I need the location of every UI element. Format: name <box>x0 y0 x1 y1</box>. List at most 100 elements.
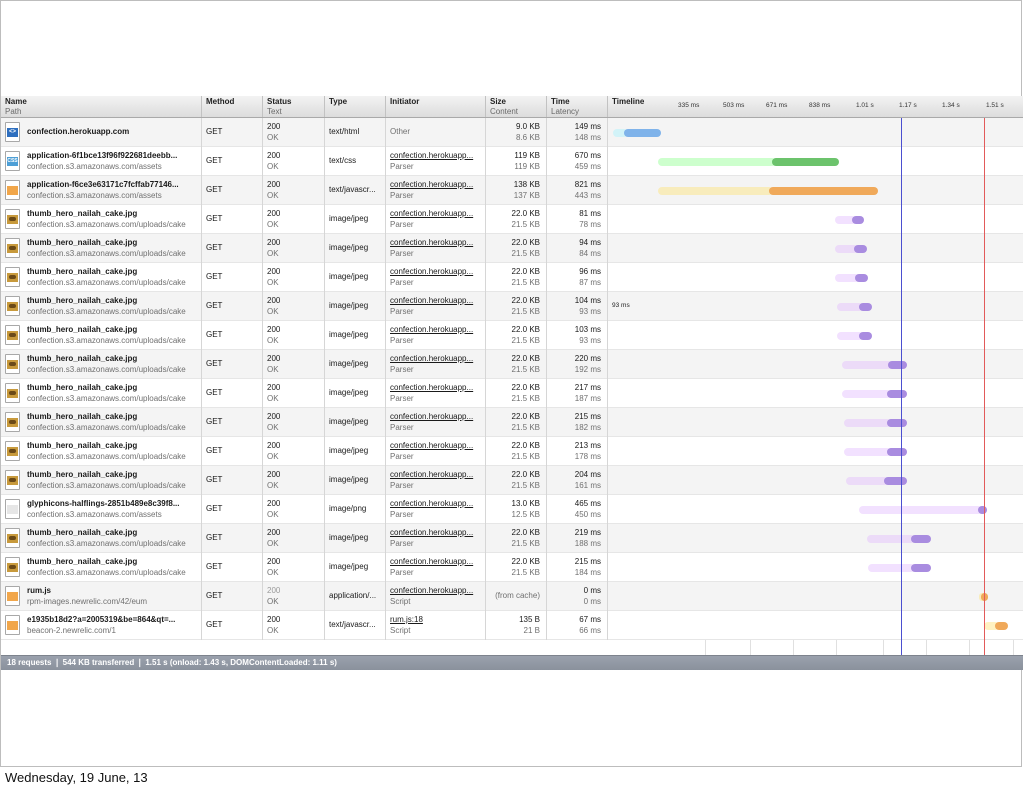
column-initiator[interactable]: Initiator <box>386 96 486 117</box>
request-size: (from cache) <box>495 591 540 600</box>
request-name-cell[interactable]: CSS application-6f1bce13f96f922681deebb..… <box>1 147 202 176</box>
request-row[interactable]: thumb_hero_nailah_cake.jpg confection.s3.… <box>1 553 1023 582</box>
timeline-bar[interactable] <box>867 535 931 543</box>
js-file-icon <box>5 615 20 635</box>
initiator-link[interactable]: confection.herokuapp... <box>390 469 485 480</box>
request-initiator-cell[interactable]: confection.herokuapp... Parser <box>386 437 486 466</box>
column-type[interactable]: Type <box>325 96 386 117</box>
timeline-bar[interactable] <box>984 622 1008 630</box>
timeline-bar[interactable] <box>859 506 987 514</box>
timeline-bar-download <box>624 129 661 137</box>
request-row[interactable]: thumb_hero_nailah_cake.jpg confection.s3.… <box>1 321 1023 350</box>
request-initiator-cell[interactable]: confection.herokuapp... Parser <box>386 466 486 495</box>
request-row[interactable]: rum.js rpm-images.newrelic.com/42/eum GET 2… <box>1 582 1023 611</box>
request-initiator-cell[interactable]: confection.herokuapp... Parser <box>386 495 486 524</box>
initiator-link[interactable]: confection.herokuapp... <box>390 440 485 451</box>
column-method[interactable]: Method <box>202 96 263 117</box>
request-row[interactable]: application-f6ce3e63171c7fcffab77146... c… <box>1 176 1023 205</box>
column-time[interactable]: Time Latency <box>547 96 608 117</box>
request-initiator-cell[interactable]: rum.js:18 Script <box>386 611 486 640</box>
request-name: confection.herokuapp.com <box>27 127 130 136</box>
request-name-cell[interactable]: thumb_hero_nailah_cake.jpg confection.s3.… <box>1 321 202 350</box>
request-row[interactable]: thumb_hero_nailah_cake.jpg confection.s3.… <box>1 524 1023 553</box>
request-name-cell[interactable]: thumb_hero_nailah_cake.jpg confection.s3.… <box>1 292 202 321</box>
request-name-cell[interactable]: thumb_hero_nailah_cake.jpg confection.s3.… <box>1 350 202 379</box>
request-initiator-cell[interactable]: confection.herokuapp... Parser <box>386 321 486 350</box>
initiator-link[interactable]: confection.herokuapp... <box>390 527 485 538</box>
timeline-bar[interactable] <box>658 187 878 195</box>
request-name-cell[interactable]: thumb_hero_nailah_cake.jpg confection.s3.… <box>1 205 202 234</box>
initiator-link[interactable]: confection.herokuapp... <box>390 556 485 567</box>
column-size[interactable]: Size Content <box>486 96 547 117</box>
request-row[interactable]: <> confection.herokuapp.com GET 200 OK text/h… <box>1 118 1023 147</box>
initiator-link[interactable]: confection.herokuapp... <box>390 208 485 219</box>
column-name[interactable]: Name Path <box>1 96 202 117</box>
timeline-bar[interactable] <box>835 216 864 224</box>
request-row[interactable]: thumb_hero_nailah_cake.jpg confection.s3.… <box>1 437 1023 466</box>
request-row[interactable]: thumb_hero_nailah_cake.jpg confection.s3.… <box>1 379 1023 408</box>
request-name-cell[interactable]: e1935b18d2?a=2005319&be=864&qt=... beacon… <box>1 611 202 640</box>
request-initiator-cell[interactable]: confection.herokuapp... Parser <box>386 176 486 205</box>
request-name-cell[interactable]: thumb_hero_nailah_cake.jpg confection.s3.… <box>1 408 202 437</box>
request-initiator-cell[interactable]: confection.herokuapp... Parser <box>386 553 486 582</box>
request-name-cell[interactable]: thumb_hero_nailah_cake.jpg confection.s3.… <box>1 553 202 582</box>
request-initiator-cell[interactable]: confection.herokuapp... Script <box>386 582 486 611</box>
timeline-bar[interactable] <box>844 419 907 427</box>
request-initiator-cell[interactable]: confection.herokuapp... Parser <box>386 379 486 408</box>
request-row[interactable]: glyphicons-halflings-2851b489e8c39f8... c… <box>1 495 1023 524</box>
initiator-link[interactable]: confection.herokuapp... <box>390 150 485 161</box>
timeline-bar[interactable] <box>837 332 872 340</box>
request-row[interactable]: thumb_hero_nailah_cake.jpg confection.s3.… <box>1 292 1023 321</box>
initiator-link[interactable]: confection.herokuapp... <box>390 266 485 277</box>
request-initiator-cell[interactable]: confection.herokuapp... Parser <box>386 234 486 263</box>
initiator-link[interactable]: confection.herokuapp... <box>390 324 485 335</box>
timeline-bar[interactable] <box>844 448 907 456</box>
request-initiator-cell[interactable]: confection.herokuapp... Parser <box>386 205 486 234</box>
request-name-cell[interactable]: thumb_hero_nailah_cake.jpg confection.s3.… <box>1 379 202 408</box>
initiator-link[interactable]: confection.herokuapp... <box>390 295 485 306</box>
img-file-icon <box>5 238 20 258</box>
timeline-bar[interactable] <box>835 274 868 282</box>
request-row[interactable]: thumb_hero_nailah_cake.jpg confection.s3.… <box>1 263 1023 292</box>
request-row[interactable]: thumb_hero_nailah_cake.jpg confection.s3.… <box>1 350 1023 379</box>
request-name-cell[interactable]: <> confection.herokuapp.com <box>1 118 202 147</box>
request-name-cell[interactable]: application-f6ce3e63171c7fcffab77146... c… <box>1 176 202 205</box>
initiator-link[interactable]: confection.herokuapp... <box>390 237 485 248</box>
timeline-bar[interactable] <box>842 361 907 369</box>
request-row[interactable]: thumb_hero_nailah_cake.jpg confection.s3.… <box>1 466 1023 495</box>
request-row[interactable]: thumb_hero_nailah_cake.jpg confection.s3.… <box>1 408 1023 437</box>
request-name-cell[interactable]: thumb_hero_nailah_cake.jpg confection.s3.… <box>1 524 202 553</box>
initiator-link[interactable]: confection.herokuapp... <box>390 179 485 190</box>
request-initiator-cell[interactable]: confection.herokuapp... Parser <box>386 263 486 292</box>
initiator-link[interactable]: rum.js:18 <box>390 614 485 625</box>
initiator-link[interactable]: confection.herokuapp... <box>390 498 485 509</box>
initiator-link[interactable]: confection.herokuapp... <box>390 382 485 393</box>
timeline-bar[interactable] <box>846 477 907 485</box>
request-row[interactable]: CSS application-6f1bce13f96f922681deebb..… <box>1 147 1023 176</box>
request-row[interactable]: e1935b18d2?a=2005319&be=864&qt=... beacon… <box>1 611 1023 640</box>
timeline-bar[interactable] <box>842 390 907 398</box>
timeline-bar[interactable] <box>613 129 661 137</box>
request-name-cell[interactable]: thumb_hero_nailah_cake.jpg confection.s3.… <box>1 466 202 495</box>
initiator-link[interactable]: confection.herokuapp... <box>390 585 485 596</box>
timeline-bar[interactable] <box>868 564 931 572</box>
timeline-bar[interactable] <box>835 245 867 253</box>
request-initiator-cell[interactable]: confection.herokuapp... Parser <box>386 147 486 176</box>
initiator-link[interactable]: confection.herokuapp... <box>390 353 485 364</box>
request-name-cell[interactable]: glyphicons-halflings-2851b489e8c39f8... c… <box>1 495 202 524</box>
request-row[interactable]: thumb_hero_nailah_cake.jpg confection.s3.… <box>1 234 1023 263</box>
request-name-cell[interactable]: thumb_hero_nailah_cake.jpg confection.s3.… <box>1 234 202 263</box>
request-name-cell[interactable]: rum.js rpm-images.newrelic.com/42/eum <box>1 582 202 611</box>
request-initiator-cell[interactable]: confection.herokuapp... Parser <box>386 408 486 437</box>
column-status[interactable]: Status Text <box>263 96 325 117</box>
request-initiator-cell[interactable]: confection.herokuapp... Parser <box>386 524 486 553</box>
request-initiator-cell[interactable]: confection.herokuapp... Parser <box>386 350 486 379</box>
request-name-cell[interactable]: thumb_hero_nailah_cake.jpg confection.s3.… <box>1 437 202 466</box>
request-name-cell[interactable]: thumb_hero_nailah_cake.jpg confection.s3.… <box>1 263 202 292</box>
file-icon-badge <box>7 244 18 253</box>
initiator-link[interactable]: confection.herokuapp... <box>390 411 485 422</box>
request-row[interactable]: thumb_hero_nailah_cake.jpg confection.s3.… <box>1 205 1023 234</box>
timeline-bar[interactable] <box>837 303 872 311</box>
request-initiator-cell[interactable]: confection.herokuapp... Parser <box>386 292 486 321</box>
timeline-bar[interactable] <box>658 158 839 166</box>
